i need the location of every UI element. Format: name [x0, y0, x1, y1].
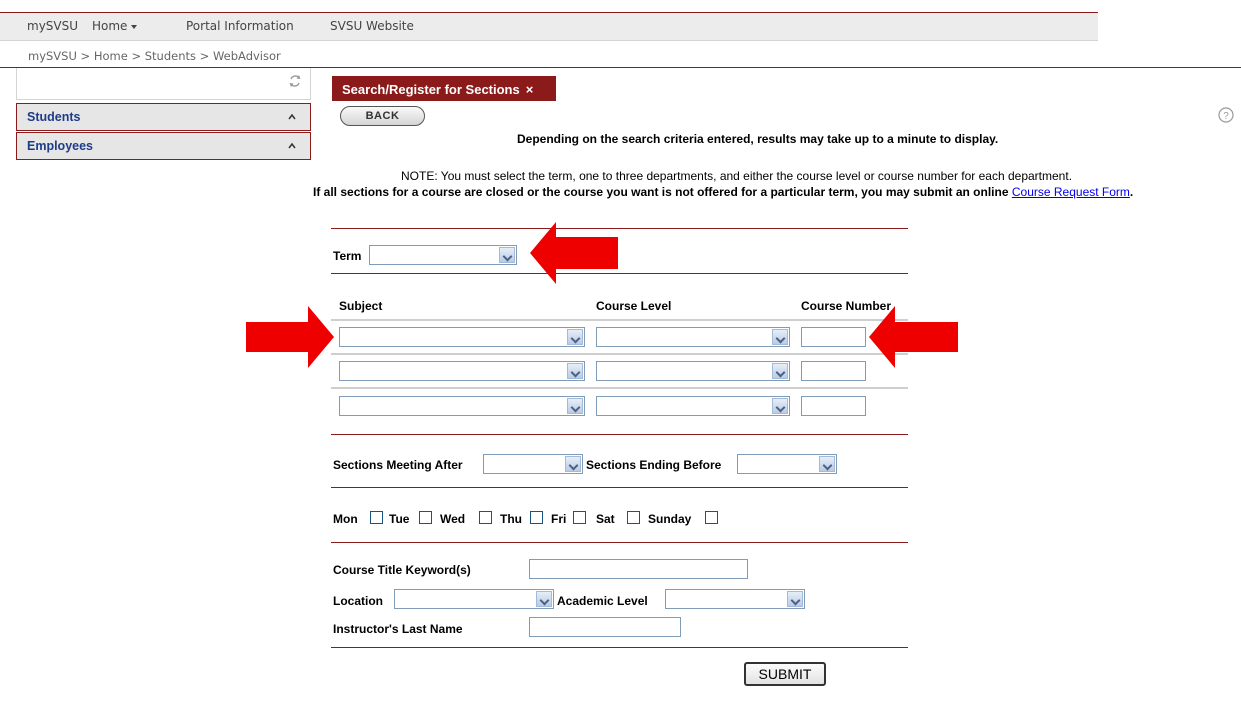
caret-down-icon	[131, 24, 138, 29]
subject-select-3[interactable]	[339, 396, 585, 416]
divider	[331, 319, 908, 321]
term-label: Term	[333, 249, 362, 263]
day-checkbox-sat[interactable]	[627, 511, 640, 524]
refresh-icon[interactable]	[288, 74, 302, 88]
dropdown-arrow-icon	[772, 363, 788, 379]
nav-home-label: Home	[92, 19, 128, 33]
day-label-thu: Thu	[500, 512, 522, 526]
closed-message-text: If all sections for a course are closed …	[313, 185, 1009, 199]
closed-message-end: .	[1129, 185, 1134, 199]
meeting-after-select[interactable]	[483, 454, 583, 474]
top-navigation: mySVSU Home Portal Information SVSU Webs…	[0, 0, 1098, 42]
course-number-input-3[interactable]	[801, 396, 866, 416]
course-level-header: Course Level	[596, 299, 672, 313]
back-button[interactable]: BACK	[340, 106, 425, 126]
dropdown-arrow-icon	[565, 456, 581, 472]
tab-search-register[interactable]: Search/Register for Sections ×	[332, 76, 556, 101]
day-label-mon: Mon	[333, 512, 358, 526]
dropdown-arrow-icon	[499, 247, 515, 263]
submit-button[interactable]: SUBMIT	[744, 662, 826, 686]
ending-before-select[interactable]	[737, 454, 837, 474]
divider	[331, 542, 908, 543]
dropdown-arrow-icon	[787, 591, 803, 607]
course-title-keyword-label: Course Title Keyword(s)	[333, 563, 471, 577]
sidebar-header	[16, 68, 311, 100]
divider	[331, 387, 908, 389]
nav-portal-information[interactable]: Portal Information	[186, 19, 294, 33]
dropdown-arrow-icon	[567, 329, 583, 345]
svg-text:?: ?	[1223, 111, 1229, 122]
divider	[331, 353, 908, 355]
day-label-wed: Wed	[440, 512, 466, 526]
red-arrow-annotation	[246, 306, 334, 368]
sidebar-item-students[interactable]: Students	[16, 103, 311, 131]
nav-home[interactable]: Home	[92, 19, 138, 33]
academic-level-select[interactable]	[665, 589, 805, 609]
wait-message: Depending on the search criteria entered…	[517, 132, 999, 146]
day-checkbox-tue[interactable]	[419, 511, 432, 524]
breadcrumb: mySVSU > Home > Students > WebAdvisor	[28, 49, 281, 63]
chevron-up-icon	[288, 142, 296, 149]
day-checkbox-wed[interactable]	[479, 511, 492, 524]
close-icon[interactable]: ×	[526, 82, 534, 97]
dropdown-arrow-icon	[536, 591, 552, 607]
subject-header: Subject	[339, 299, 383, 313]
course-level-select-1[interactable]	[596, 327, 790, 347]
dropdown-arrow-icon	[772, 329, 788, 345]
nav-mysvsu[interactable]: mySVSU	[27, 19, 78, 33]
day-checkbox-fri[interactable]	[573, 511, 586, 524]
sidebar: Students Employees	[16, 68, 311, 160]
dropdown-arrow-icon	[772, 398, 788, 414]
dropdown-arrow-icon	[567, 398, 583, 414]
day-label-fri: Fri	[551, 512, 567, 526]
subject-select-2[interactable]	[339, 361, 585, 381]
dropdown-arrow-icon	[567, 363, 583, 379]
help-icon[interactable]: ?	[1218, 107, 1234, 123]
red-arrow-annotation	[869, 306, 958, 368]
course-number-input-1[interactable]	[801, 327, 866, 347]
sidebar-item-employees[interactable]: Employees	[16, 132, 311, 160]
sections-ending-before-label: Sections Ending Before	[586, 458, 722, 472]
nav-bar	[0, 13, 1098, 41]
location-select[interactable]	[394, 589, 554, 609]
course-level-select-3[interactable]	[596, 396, 790, 416]
tab-title: Search/Register for Sections	[342, 82, 520, 97]
divider	[331, 487, 908, 488]
sidebar-item-label: Students	[27, 110, 81, 124]
divider	[331, 647, 908, 648]
day-label-sunday: Sunday	[648, 512, 692, 526]
course-request-form-link[interactable]: Course Request Form	[1012, 185, 1130, 199]
academic-level-label: Academic Level	[557, 594, 648, 608]
dropdown-arrow-icon	[819, 456, 835, 472]
day-checkbox-sunday[interactable]	[705, 511, 718, 524]
subject-select-1[interactable]	[339, 327, 585, 347]
red-arrow-annotation	[530, 222, 618, 284]
course-level-select-2[interactable]	[596, 361, 790, 381]
note-message: NOTE: You must select the term, one to t…	[401, 169, 1073, 183]
term-select[interactable]	[369, 245, 517, 265]
divider	[331, 434, 908, 435]
closed-sections-message: If all sections for a course are closed …	[313, 185, 1133, 199]
day-checkbox-thu[interactable]	[530, 511, 543, 524]
day-checkbox-mon[interactable]	[370, 511, 383, 524]
sidebar-item-label: Employees	[27, 139, 94, 153]
location-label: Location	[333, 594, 383, 608]
sections-meeting-after-label: Sections Meeting After	[333, 458, 463, 472]
day-label-tue: Tue	[389, 512, 410, 526]
nav-svsu-website[interactable]: SVSU Website	[330, 19, 414, 33]
course-title-keyword-input[interactable]	[529, 559, 748, 579]
day-label-sat: Sat	[596, 512, 615, 526]
chevron-up-icon	[288, 113, 296, 120]
course-number-input-2[interactable]	[801, 361, 866, 381]
instructor-last-name-input[interactable]	[529, 617, 681, 637]
instructor-last-name-label: Instructor's Last Name	[333, 622, 463, 636]
